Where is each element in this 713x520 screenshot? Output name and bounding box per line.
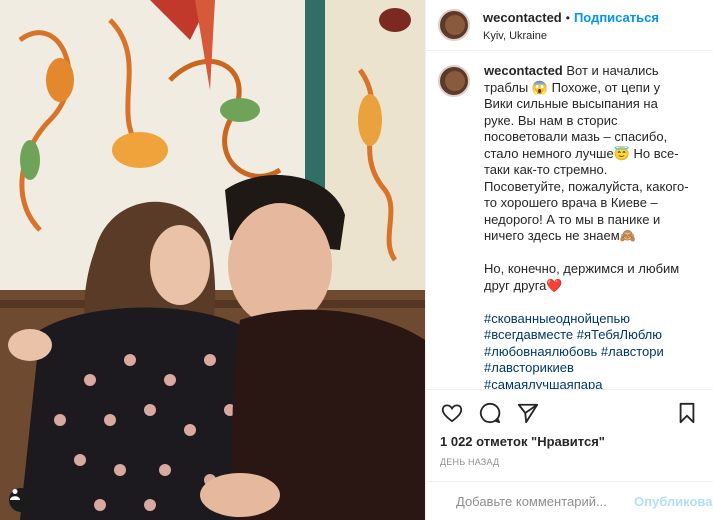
separator-dot: • — [565, 10, 570, 25]
tagged-people-button[interactable] — [9, 488, 33, 512]
post-time[interactable]: ДЕНЬ НАЗАД — [440, 457, 699, 467]
likes-count[interactable]: 1 022 отметок "Нравится" — [440, 434, 699, 449]
comment-input[interactable] — [454, 492, 634, 510]
post-photo[interactable] — [0, 0, 425, 520]
avatar[interactable] — [438, 9, 470, 41]
author-username[interactable]: wecontacted — [483, 10, 562, 25]
comment-bar: Опубликовать — [426, 481, 713, 520]
caption-avatar[interactable] — [438, 65, 470, 97]
comment-button[interactable] — [478, 401, 502, 425]
couple-photo-illustration — [0, 0, 425, 520]
post-side-panel: wecontacted • Подписаться Kyiv, Ukraine we… — [425, 0, 713, 520]
save-button[interactable] — [675, 401, 699, 425]
caption-text: Вот и начались траблы 😱 Похоже, от цепи … — [484, 63, 689, 293]
hashtags[interactable]: #скованныеоднойцепью #всегдавместе #яТеб… — [484, 311, 687, 390]
heart-icon — [441, 404, 463, 423]
comment-icon — [479, 402, 501, 424]
caption-area: wecontacted Вот и начались траблы 😱 Похо… — [426, 51, 713, 389]
follow-button[interactable]: Подписаться — [574, 10, 659, 25]
publish-button[interactable]: Опубликовать — [634, 494, 713, 509]
caption: wecontacted Вот и начались траблы 😱 Похо… — [484, 63, 689, 389]
action-bar: 1 022 отметок "Нравится" ДЕНЬ НАЗАД — [426, 389, 713, 467]
instagram-post: wecontacted • Подписаться Kyiv, Ukraine we… — [0, 0, 713, 520]
post-header: wecontacted • Подписаться Kyiv, Ukraine — [426, 0, 713, 51]
like-button[interactable] — [440, 401, 464, 425]
caption-username[interactable]: wecontacted — [484, 63, 563, 78]
share-icon — [517, 403, 539, 424]
share-button[interactable] — [516, 401, 540, 425]
person-tag-icon — [10, 489, 20, 500]
bookmark-icon — [679, 402, 695, 424]
location-link[interactable]: Kyiv, Ukraine — [483, 30, 659, 42]
